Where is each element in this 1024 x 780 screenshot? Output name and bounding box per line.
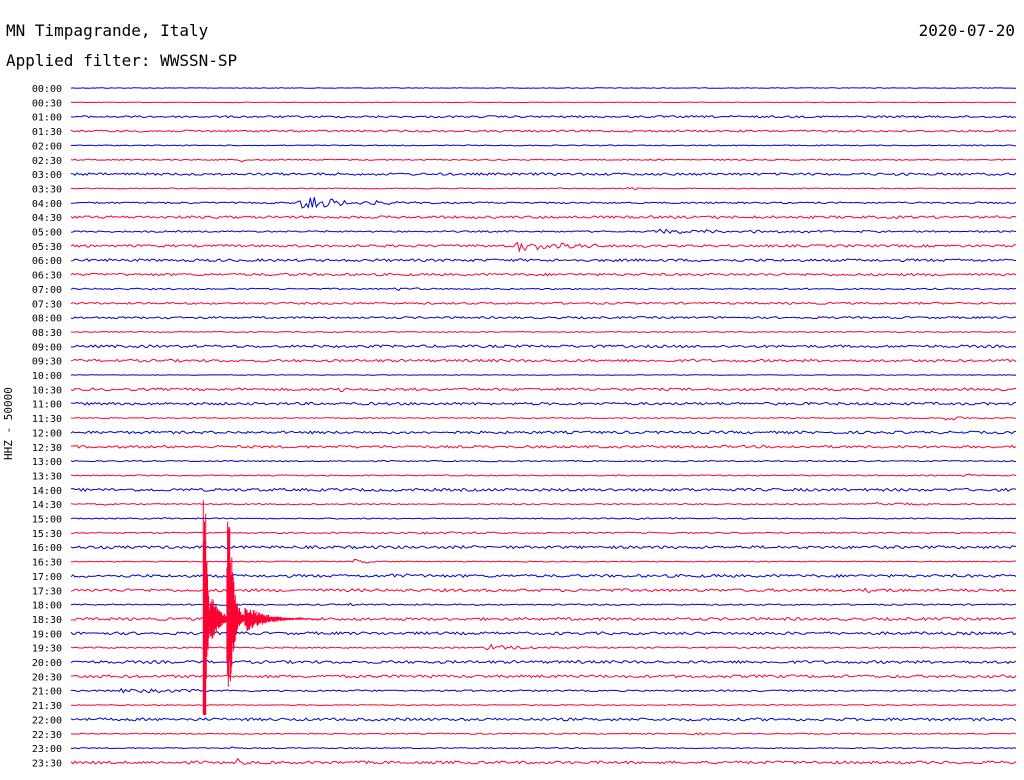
time-label: 18:30: [32, 615, 62, 626]
trace-line: [70, 430, 1017, 435]
time-label: 22:30: [32, 730, 62, 741]
time-label: 23:30: [32, 758, 62, 769]
time-label: 00:30: [32, 98, 62, 109]
time-label: 09:30: [32, 357, 62, 368]
trace-line: [70, 87, 1017, 89]
time-label: 21:00: [32, 687, 62, 698]
time-label: 15:30: [32, 529, 62, 540]
time-label: 04:00: [32, 199, 62, 210]
trace-line: [70, 643, 1017, 651]
time-label: 12:00: [32, 428, 62, 439]
time-label: 09:00: [32, 342, 62, 353]
trace-line: [70, 416, 1017, 421]
trace-line: [70, 301, 1017, 305]
trace-line: [70, 241, 1017, 253]
time-label: 16:30: [32, 558, 62, 569]
trace-line: [70, 659, 1017, 665]
trace-line: [70, 746, 1017, 750]
time-label: 14:30: [32, 500, 62, 511]
time-label: 01:00: [32, 113, 62, 124]
trace-line: [70, 272, 1017, 277]
time-label: 15:00: [32, 515, 62, 526]
trace-line: [70, 444, 1017, 449]
time-label: 20:00: [32, 658, 62, 669]
time-label: 10:00: [32, 371, 62, 382]
trace-line: [70, 717, 1017, 722]
time-label: 02:30: [32, 156, 62, 167]
time-label: 19:30: [32, 644, 62, 655]
trace-line: [70, 215, 1017, 220]
trace-line: [70, 473, 1017, 477]
time-label: 00:00: [32, 84, 62, 95]
time-label: 13:00: [32, 457, 62, 468]
time-label: 12:30: [32, 443, 62, 454]
time-label: 17:00: [32, 572, 62, 583]
time-label: 02:00: [32, 141, 62, 152]
time-label: 08:00: [32, 314, 62, 325]
time-label: 06:00: [32, 256, 62, 267]
trace-line: [70, 228, 1017, 235]
trace-line: [70, 573, 1017, 579]
trace-line: [70, 144, 1016, 147]
time-label: 11:30: [32, 414, 62, 425]
trace-line: [70, 459, 1016, 463]
trace-line: [70, 187, 1017, 191]
time-label: 08:30: [32, 328, 62, 339]
time-label: 07:30: [32, 299, 62, 310]
time-label: 03:00: [32, 170, 62, 181]
trace-line: [70, 387, 1017, 393]
trace-line: [70, 687, 1017, 694]
trace-line: [70, 545, 1017, 550]
time-label: 20:30: [32, 672, 62, 683]
time-label: 05:30: [32, 242, 62, 253]
trace-line: [70, 115, 1017, 119]
trace-line: [70, 330, 1017, 333]
trace-line: [70, 158, 1017, 163]
trace-line: [70, 757, 1017, 765]
time-label: 22:00: [32, 715, 62, 726]
trace-line: [70, 172, 1017, 176]
trace-line: [70, 401, 1016, 406]
trace-line: [70, 344, 1017, 349]
time-label: 18:00: [32, 601, 62, 612]
time-label: 11:00: [32, 400, 62, 411]
trace-line: [70, 517, 1017, 521]
helicorder-plot: 00:00 00:30 01:00 01:30 02:00 02:30 03:00 03:30…: [32, 84, 1017, 769]
trace-line: [70, 531, 1017, 535]
time-label: 01:30: [32, 127, 62, 138]
trace-line: [70, 674, 1017, 679]
time-label: 03:30: [32, 184, 62, 195]
trace-line: [70, 315, 1017, 320]
time-label: 05:00: [32, 228, 62, 239]
time-label: 23:00: [32, 744, 62, 755]
time-label: 06:30: [32, 271, 62, 282]
time-label: 07:00: [32, 285, 62, 296]
time-label: 13:30: [32, 471, 62, 482]
trace-line: [70, 129, 1017, 133]
time-label: 19:00: [32, 629, 62, 640]
time-label: 04:30: [32, 213, 62, 224]
trace-line: [70, 258, 1017, 263]
trace-line: [70, 197, 1017, 209]
trace-line: [70, 487, 1017, 493]
trace-line: [70, 374, 1017, 376]
time-label: 14:00: [32, 486, 62, 497]
trace-line: [71, 558, 1016, 564]
time-label: 16:00: [32, 543, 62, 554]
trace-line: [70, 731, 1017, 736]
trace-line: [70, 501, 1016, 506]
trace-line: [71, 704, 1017, 707]
time-label: 21:30: [32, 701, 62, 712]
trace-line: [70, 101, 1017, 104]
time-label: 10:30: [32, 385, 62, 396]
trace-line: [70, 587, 1017, 594]
trace-line: [70, 287, 1017, 292]
trace-line: [70, 358, 1017, 363]
time-label: 17:30: [32, 586, 62, 597]
